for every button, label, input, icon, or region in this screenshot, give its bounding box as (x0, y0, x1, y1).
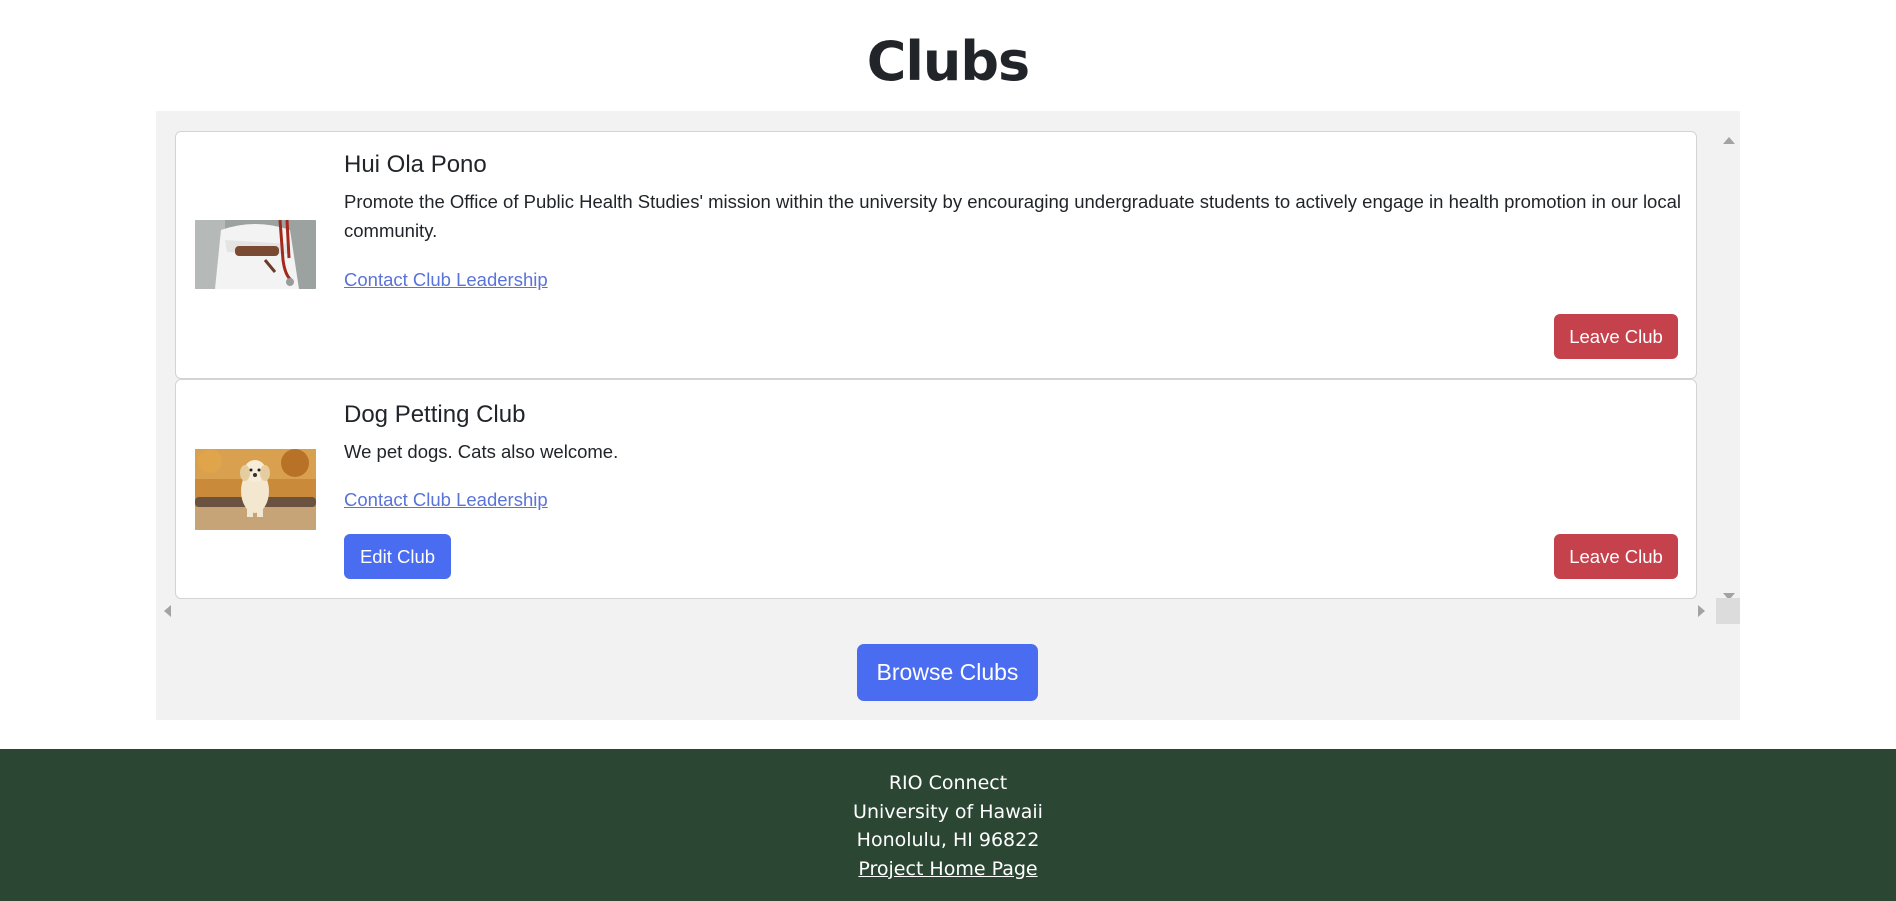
clubs-panel: Hui Ola Pono Promote the Office of Publi… (156, 111, 1740, 720)
footer: RIO Connect University of Hawaii Honolul… (0, 749, 1896, 901)
contact-club-leadership-link[interactable]: Contact Club Leadership (344, 488, 548, 512)
club-image-doctor (195, 220, 316, 289)
club-card: Hui Ola Pono Promote the Office of Publi… (175, 131, 1697, 379)
club-name: Dog Petting Club (344, 401, 526, 428)
contact-club-leadership-link[interactable]: Contact Club Leadership (344, 268, 548, 292)
scroll-left-arrow-icon[interactable] (164, 605, 171, 617)
footer-address: Honolulu, HI 96822 (856, 829, 1040, 851)
footer-university: University of Hawaii (853, 800, 1043, 823)
horizontal-scrollbar[interactable] (156, 598, 1716, 624)
browse-clubs-button[interactable]: Browse Clubs (857, 644, 1038, 701)
scroll-right-arrow-icon[interactable] (1698, 605, 1705, 617)
edit-club-button[interactable]: Edit Club (344, 534, 451, 579)
project-home-page-link[interactable]: Project Home Page (858, 858, 1037, 880)
club-description: We pet dogs. Cats also welcome. (344, 441, 619, 462)
club-description: Promote the Office of Public Health Stud… (344, 191, 1681, 241)
footer-app-name: RIO Connect (888, 772, 1008, 794)
club-image-dog (195, 449, 316, 530)
golden-retriever-photo (195, 449, 316, 530)
page-title: Clubs (866, 30, 1030, 93)
doctor-with-stethoscope-photo (195, 220, 316, 289)
club-list-scroll-area[interactable]: Hui Ola Pono Promote the Office of Publi… (156, 111, 1740, 624)
scroll-up-arrow-icon[interactable] (1723, 137, 1735, 144)
scrollbar-corner (1716, 598, 1740, 624)
vertical-scrollbar[interactable] (1716, 131, 1740, 604)
leave-club-button[interactable]: Leave Club (1554, 534, 1678, 579)
leave-club-button[interactable]: Leave Club (1554, 314, 1678, 359)
club-name: Hui Ola Pono (344, 151, 487, 178)
club-card: Dog Petting Club We pet dogs. Cats also … (175, 379, 1697, 599)
